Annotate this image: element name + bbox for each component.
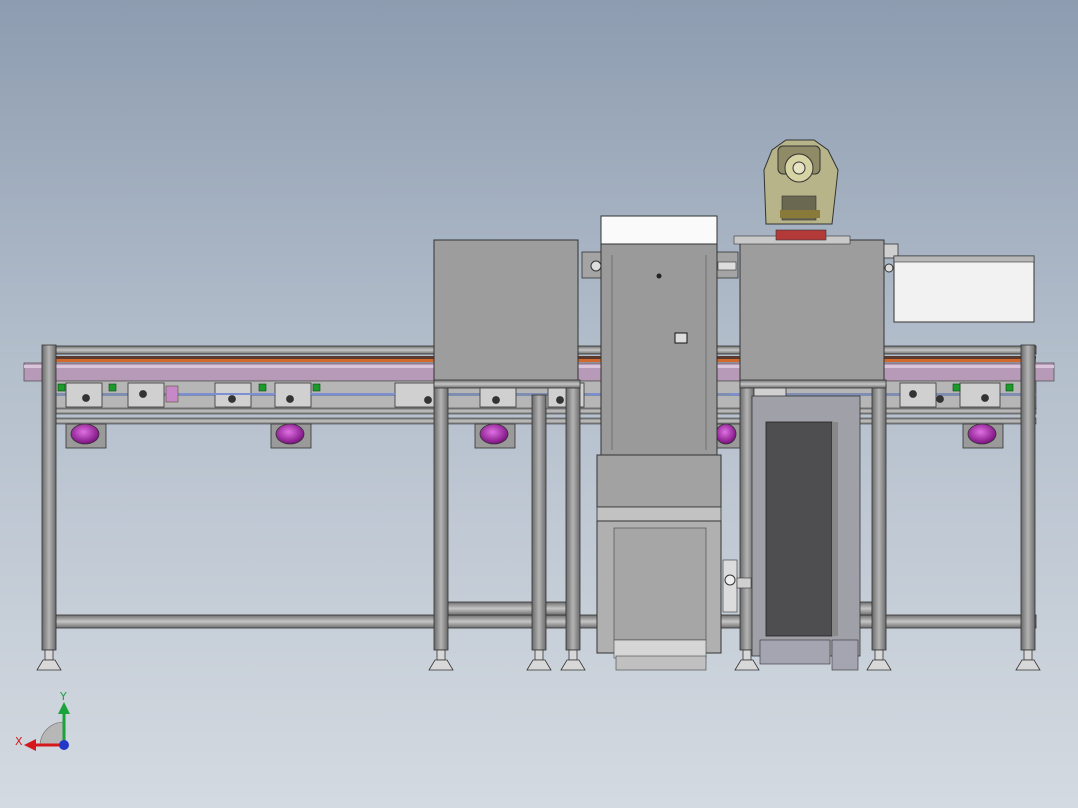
- air-cylinder: [722, 559, 738, 613]
- leveling-foot: [36, 649, 1041, 671]
- right-station: [739, 239, 1035, 671]
- coordinate-triad: Y X: [15, 690, 70, 751]
- x-axis-label: X: [15, 735, 23, 748]
- left-station: [433, 239, 581, 389]
- robot-arm: [733, 139, 851, 245]
- tower-button: [674, 332, 688, 344]
- z-axis-dot: [59, 740, 69, 750]
- control-box: [893, 255, 1035, 323]
- output-chute: [765, 421, 833, 637]
- y-axis-label: Y: [59, 690, 67, 703]
- conveyor: [23, 344, 1055, 671]
- cad-viewport[interactable]: Y X: [0, 0, 1078, 808]
